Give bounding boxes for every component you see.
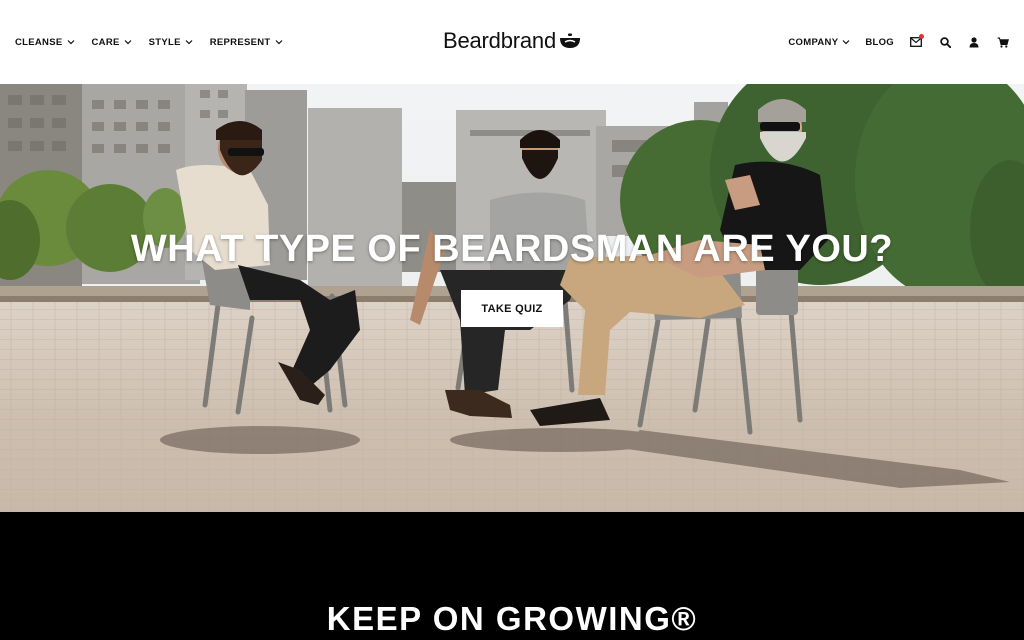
nav-represent[interactable]: REPRESENT xyxy=(210,37,283,48)
nav-company[interactable]: COMPANY xyxy=(788,37,850,48)
cart-icon xyxy=(997,37,1009,48)
notification-dot xyxy=(919,34,924,39)
hero-title: WHAT TYPE OF BEARDSMAN ARE YOU? xyxy=(130,228,894,270)
growing-title: KEEP ON GROWING® xyxy=(326,600,698,637)
nav-style-label: STYLE xyxy=(148,36,181,48)
beard-bowl-icon xyxy=(559,33,580,48)
nav-cleanse-label: CLEANSE xyxy=(15,36,63,48)
nav-represent-label: REPRESENT xyxy=(209,36,271,48)
chevron-down-icon xyxy=(842,40,850,45)
account-icon xyxy=(969,36,979,47)
nav-company-label: COMPANY xyxy=(788,36,839,48)
chevron-down-icon xyxy=(275,40,282,45)
logo-text: Beardbrand xyxy=(443,28,556,53)
site-header: CLEANSE CARE STYLE REPRESENT Beardbrand … xyxy=(0,0,1024,84)
chevron-down-icon xyxy=(67,40,74,45)
nav-cleanse[interactable]: CLEANSE xyxy=(15,37,75,48)
mail-button[interactable] xyxy=(909,34,924,49)
take-quiz-button[interactable]: TAKE QUIZ xyxy=(461,290,563,327)
nav-care[interactable]: CARE xyxy=(92,37,132,48)
chevron-down-icon xyxy=(124,40,132,45)
nav-style[interactable]: STYLE xyxy=(149,37,193,48)
search-button[interactable] xyxy=(938,35,952,49)
nav-blog-label: BLOG xyxy=(865,36,894,48)
cart-button[interactable] xyxy=(996,35,1010,49)
search-icon xyxy=(939,36,951,48)
chevron-down-icon xyxy=(185,40,193,45)
primary-nav: CLEANSE CARE STYLE REPRESENT xyxy=(15,37,283,48)
account-button[interactable] xyxy=(967,35,981,49)
secondary-nav: COMPANY BLOG xyxy=(788,34,1010,49)
nav-care-label: CARE xyxy=(91,36,120,48)
nav-blog[interactable]: BLOG xyxy=(865,37,894,48)
brand-logo[interactable]: Beardbrand xyxy=(443,28,581,54)
